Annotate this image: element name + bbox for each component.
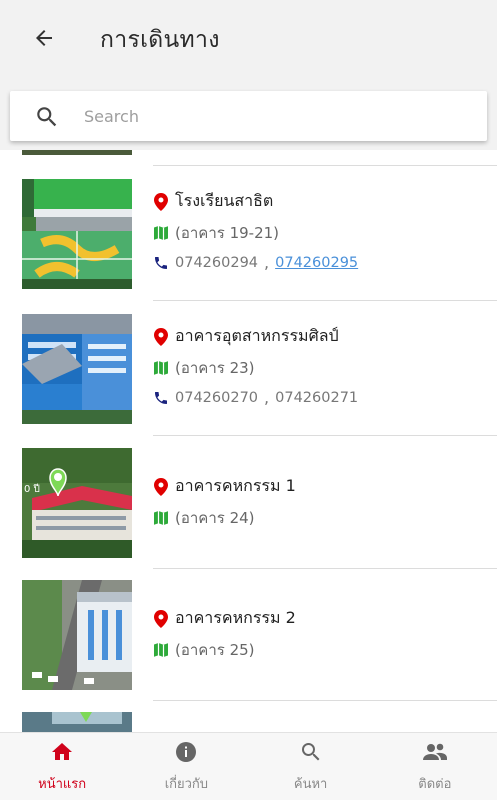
separator: , xyxy=(264,253,270,272)
bottom-nav: หน้าแรก เกี่ยวกับ ค้นหา ติดต่อ xyxy=(0,732,497,800)
building-photo: 0 ปี xyxy=(22,448,132,558)
building-number: (อาคาร 25) xyxy=(175,641,255,659)
building-photo xyxy=(22,580,132,690)
svg-text:0 ปี: 0 ปี xyxy=(24,483,40,495)
map-icon xyxy=(153,224,169,242)
building-number: (อาคาร 19-21) xyxy=(175,224,280,242)
app-bar: การเดินทาง xyxy=(0,0,497,80)
phone-number[interactable]: 074260271 xyxy=(275,390,358,406)
nav-label: ค้นหา xyxy=(293,777,328,792)
list-item[interactable]: อาคารคหกรรม 2 (อาคาร 25) xyxy=(0,580,497,700)
building-name: อาคารอุตสาหกรรมศิลป์ xyxy=(175,326,339,345)
search-icon xyxy=(37,107,57,127)
building-number: (อาคาร 23) xyxy=(175,359,255,377)
phone-icon xyxy=(153,254,169,272)
phone-number[interactable]: 074260270 xyxy=(175,390,258,406)
partial-thumbnail xyxy=(22,150,132,155)
map-icon xyxy=(153,359,169,377)
location-pin-icon xyxy=(153,327,169,346)
list-item[interactable]: โรงเรียนสาธิต (อาคาร 19-21) 074260294 , … xyxy=(0,179,497,299)
location-pin-icon xyxy=(153,192,169,211)
nav-about[interactable]: เกี่ยวกับ xyxy=(124,733,248,800)
partial-thumbnail xyxy=(22,712,132,732)
phone-icon xyxy=(153,389,169,407)
info-icon xyxy=(173,739,199,765)
page-title: การเดินทาง xyxy=(100,27,220,53)
nav-label: ติดต่อ xyxy=(418,777,452,792)
list-item[interactable]: อาคารอุตสาหกรรมศิลป์ (อาคาร 23) 07426027… xyxy=(0,314,497,434)
list-item[interactable]: 0 ปี อาคารคหกรรม 1 (อาคาร 24) xyxy=(0,448,497,568)
building-photo xyxy=(22,314,132,424)
nav-home[interactable]: หน้าแรก xyxy=(0,733,124,800)
search-input[interactable] xyxy=(84,99,474,133)
divider xyxy=(153,435,497,436)
location-pin-icon xyxy=(153,609,169,628)
phone-number[interactable]: 074260294 xyxy=(175,255,258,271)
search-icon xyxy=(298,739,324,765)
arrow-back-icon xyxy=(36,30,52,46)
map-icon xyxy=(153,509,169,527)
building-number: (อาคาร 24) xyxy=(175,509,255,527)
divider xyxy=(153,165,497,166)
location-pin-icon xyxy=(153,477,169,496)
back-button[interactable] xyxy=(26,22,62,54)
divider xyxy=(153,568,497,569)
divider xyxy=(153,300,497,301)
nav-contact[interactable]: ติดต่อ xyxy=(373,733,497,800)
divider xyxy=(153,700,497,701)
building-photo xyxy=(22,179,132,289)
map-icon xyxy=(153,641,169,659)
nav-label: เกี่ยวกับ xyxy=(164,777,209,792)
home-icon xyxy=(49,739,75,765)
building-name: อาคารคหกรรม 1 xyxy=(175,476,296,495)
nav-label: หน้าแรก xyxy=(38,777,87,792)
phone-link[interactable]: 074260295 xyxy=(275,255,358,271)
search-bar xyxy=(10,91,487,141)
building-name: อาคารคหกรรม 2 xyxy=(175,608,296,627)
building-name: โรงเรียนสาธิต xyxy=(175,191,274,210)
separator: , xyxy=(264,388,270,407)
building-list: โรงเรียนสาธิต (อาคาร 19-21) 074260294 , … xyxy=(0,150,497,732)
contacts-icon xyxy=(422,739,448,765)
nav-search[interactable]: ค้นหา xyxy=(249,733,373,800)
